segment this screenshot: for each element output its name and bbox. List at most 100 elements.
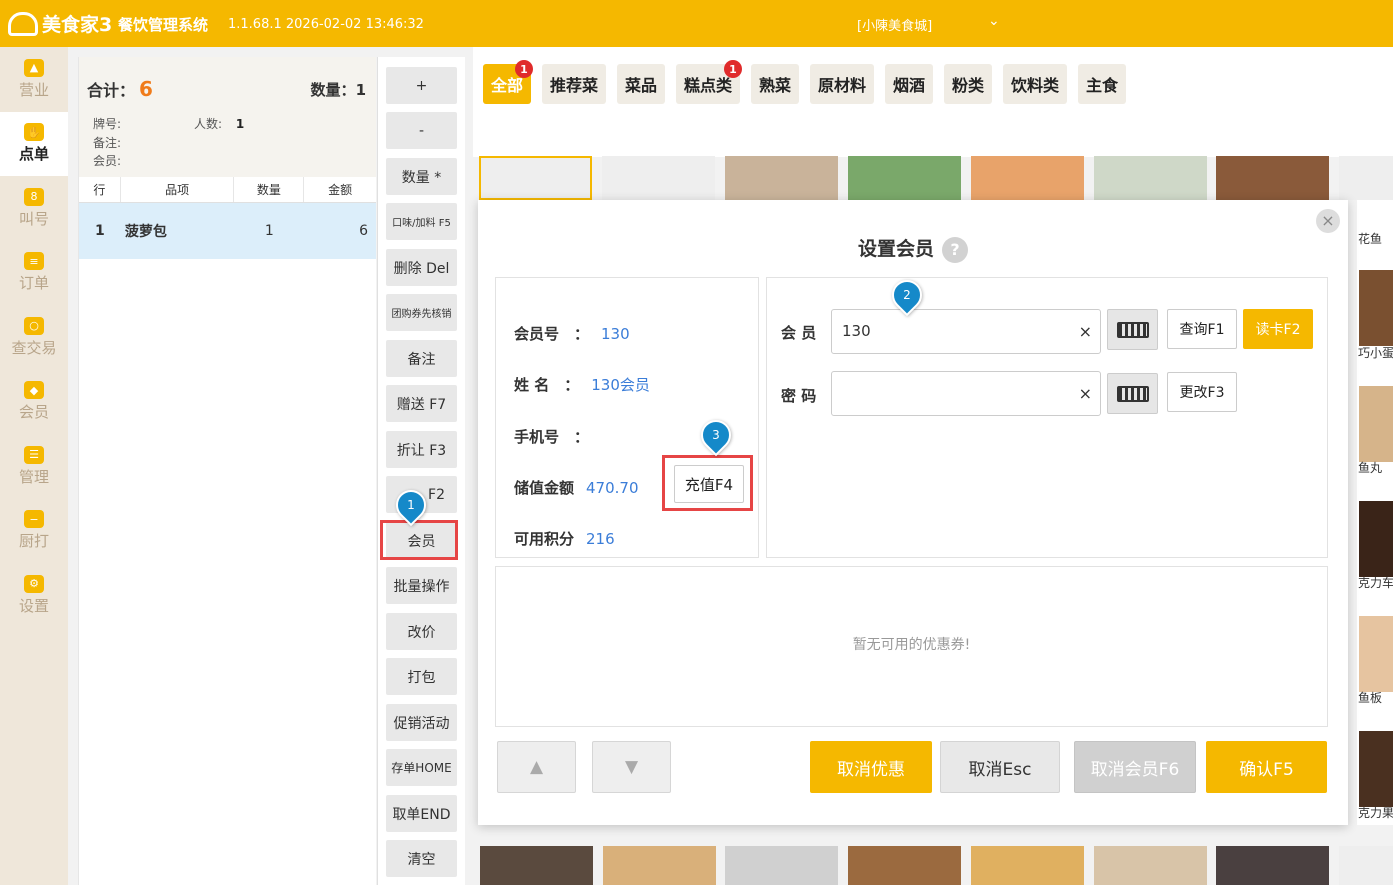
change-password-button[interactable]: 更改F3 (1167, 372, 1237, 412)
food-photo[interactable] (1359, 501, 1393, 577)
product-tile[interactable] (602, 156, 715, 200)
nav-item-business[interactable]: ▲ 营业 (0, 47, 68, 112)
retrieve-order-button[interactable]: 取单END (386, 795, 457, 832)
keyboard-button[interactable] (1107, 309, 1158, 350)
product-tile[interactable] (848, 846, 961, 885)
product-tile[interactable] (480, 846, 593, 885)
group-coupon-button[interactable]: 团购券先核销 (386, 294, 457, 331)
minus-button[interactable]: - (386, 112, 457, 149)
category-tab-raw[interactable]: 原材料 (810, 64, 874, 104)
cancel-esc-button[interactable]: 取消Esc (940, 741, 1060, 793)
food-photo[interactable] (1359, 386, 1393, 462)
product-tile[interactable] (971, 156, 1084, 200)
coupon-area: 暂无可用的优惠券! (495, 566, 1328, 727)
recharge-button[interactable]: 充值F4 (674, 465, 744, 503)
food-photo (1216, 846, 1329, 885)
nav-item-settings[interactable]: ⚙ 设置 (0, 563, 68, 628)
nav-item-order[interactable]: ✋ 点单 (0, 111, 68, 176)
system-name: 餐饮管理系统 (118, 16, 209, 34)
change-price-button[interactable]: 改价 (386, 613, 457, 650)
number-icon: 8 (24, 187, 44, 206)
category-tab-cooked[interactable]: 熟菜 (751, 64, 799, 104)
no-coupons-message: 暂无可用的优惠券! (852, 637, 971, 653)
order-summary: 合计： 6 数量：1 牌号: 人数: 1 备注: 会员: (79, 57, 376, 177)
nav-item-transactions[interactable]: ○ 查交易 (0, 305, 68, 370)
confirm-button[interactable]: 确认F5 (1206, 741, 1327, 793)
nav-item-orders[interactable]: ≡ 订单 (0, 241, 68, 306)
product-tile[interactable] (725, 156, 838, 200)
food-photo (1216, 156, 1329, 200)
badge: 1 (515, 60, 533, 78)
product-tile[interactable] (971, 846, 1084, 885)
product-tile[interactable] (603, 846, 716, 885)
help-icon[interactable]: ? (942, 236, 968, 263)
member-info-box: 会员号 ： 130 姓 名 ： 130会员 手机号 ： 储值金额 470.70 可用积… (495, 277, 759, 558)
batch-button[interactable]: 批量操作 (386, 567, 457, 604)
cancel-discount-button[interactable]: 取消优惠 (810, 741, 932, 793)
category-tab-recommended[interactable]: 推荐菜 (542, 64, 606, 104)
food-photo[interactable] (1359, 616, 1393, 692)
discount-button[interactable]: 折让 F3 (386, 431, 457, 468)
store-selector[interactable]: [小陳美食城] (857, 15, 932, 34)
scroll-up-button[interactable]: ▲ (497, 741, 576, 793)
nav-item-call-number[interactable]: 8 叫号 (0, 176, 68, 241)
nav-item-manage[interactable]: ☰ 管理 (0, 434, 68, 499)
flavor-button[interactable]: 口味/加料 F5 (386, 203, 457, 240)
product-tile[interactable] (725, 846, 838, 885)
top-bar: 美食家3 餐饮管理系统 1.1.68.1 2026-02-02 13:46:32… (0, 0, 1393, 47)
order-quantity: 数量：1 (310, 81, 366, 99)
food-photo (480, 846, 593, 885)
note-label: 备注: (93, 136, 122, 150)
product-tile[interactable] (848, 156, 961, 200)
keyboard-icon (1116, 321, 1149, 338)
product-tile[interactable] (1339, 156, 1393, 200)
nav-item-members[interactable]: ◆ 会员 (0, 370, 68, 435)
dialog-title: 设置会员? (478, 234, 1348, 263)
category-tab-drinks[interactable]: 饮料类 (1003, 64, 1067, 104)
food-photo (848, 156, 961, 200)
clear-button[interactable]: 清空 (386, 840, 457, 877)
category-tab-noodles[interactable]: 粉类 (944, 64, 992, 104)
product-tile[interactable] (479, 156, 592, 200)
read-card-button[interactable]: 读卡F2 (1243, 309, 1313, 349)
scroll-down-button[interactable]: ▼ (592, 741, 671, 793)
password-input[interactable]: × (831, 371, 1101, 416)
close-icon[interactable]: × (1316, 209, 1340, 233)
member-input[interactable]: 130 × (831, 309, 1101, 354)
product-tile[interactable] (1339, 846, 1393, 885)
chevron-down-icon[interactable]: ⌄ (988, 13, 1000, 29)
product-tile[interactable] (1216, 846, 1329, 885)
product-tile[interactable] (1094, 846, 1207, 885)
save-order-button[interactable]: 存单HOME (386, 749, 457, 786)
app-logo: 美食家3 (8, 10, 112, 37)
promotion-button[interactable]: 促销活动 (386, 704, 457, 741)
pack-button[interactable]: 打包 (386, 658, 457, 695)
category-tab-tobacco[interactable]: 烟酒 (885, 64, 933, 104)
clear-icon[interactable]: × (1079, 372, 1092, 415)
category-tab-all[interactable]: 全部 1 (483, 60, 533, 104)
food-photo (1094, 156, 1207, 200)
clear-icon[interactable]: × (1079, 310, 1092, 353)
plus-button[interactable]: + (386, 67, 457, 104)
table-row[interactable]: 1 菠萝包 1 6 (79, 203, 376, 259)
category-tab-pastry[interactable]: 糕点类 1 (676, 60, 742, 104)
query-button[interactable]: 查询F1 (1167, 309, 1237, 349)
delete-button[interactable]: 删除 Del (386, 249, 457, 286)
note-button[interactable]: 备注 (386, 340, 457, 377)
cancel-member-button[interactable]: 取消会员F6 (1074, 741, 1196, 793)
category-tab-dishes[interactable]: 菜品 (617, 64, 665, 104)
product-tile[interactable] (1094, 156, 1207, 200)
gift-button[interactable]: 赠送 F7 (386, 385, 457, 422)
logo-text: 美食家3 (42, 14, 113, 36)
food-photo (848, 846, 961, 885)
order-panel: 合计： 6 数量：1 牌号: 人数: 1 备注: 会员: 行 品项 数量 金额 1… (78, 57, 376, 885)
food-photo[interactable] (1359, 270, 1393, 346)
triangle-down-icon: ▼ (624, 757, 639, 777)
product-tile[interactable] (1216, 156, 1329, 200)
food-photo[interactable] (1359, 731, 1393, 807)
quantity-button[interactable]: 数量 * (386, 158, 457, 195)
category-tab-staple[interactable]: 主食 (1078, 64, 1126, 104)
search-icon: ○ (24, 316, 44, 335)
keyboard-button[interactable] (1107, 373, 1158, 414)
nav-item-kitchen-print[interactable]: − 厨打 (0, 499, 68, 564)
